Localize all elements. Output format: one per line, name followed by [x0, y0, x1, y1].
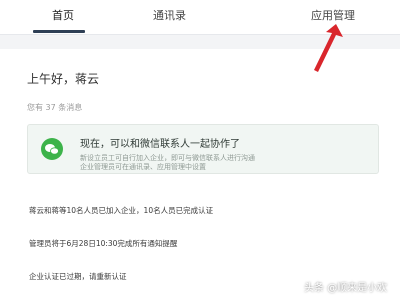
- wechat-icon: [41, 138, 63, 160]
- notice-description: 企业管理员可在通讯录、应用管理中设置: [80, 163, 206, 171]
- message-count: 您有 37 条消息: [27, 103, 83, 112]
- message-item[interactable]: 蒋云和蒋等10名人员已加入企业，10名人员已完成认证: [29, 205, 213, 216]
- active-tab-indicator: [33, 30, 85, 33]
- greeting-text: 上午好，蒋云: [27, 72, 100, 86]
- annotation-arrow-icon: [314, 24, 343, 72]
- message-item[interactable]: 企业认证已过期，请重新认证: [29, 271, 127, 282]
- watermark-text: 头条 @顺来是小欢: [304, 283, 388, 294]
- notice-title: 现在，可以和微信联系人一起协作了: [80, 139, 240, 150]
- tab-contacts[interactable]: 通讯录: [153, 9, 186, 23]
- tab-app-management[interactable]: 应用管理: [311, 9, 355, 23]
- message-item[interactable]: 管理员将于6月28日10:30完成所有通知提醒: [29, 238, 177, 249]
- wechat-notice-card[interactable]: 现在，可以和微信联系人一起协作了 新设立员工可自行加入企业，即可与微信联系人进行…: [27, 124, 379, 174]
- tab-home[interactable]: 首页: [52, 9, 74, 23]
